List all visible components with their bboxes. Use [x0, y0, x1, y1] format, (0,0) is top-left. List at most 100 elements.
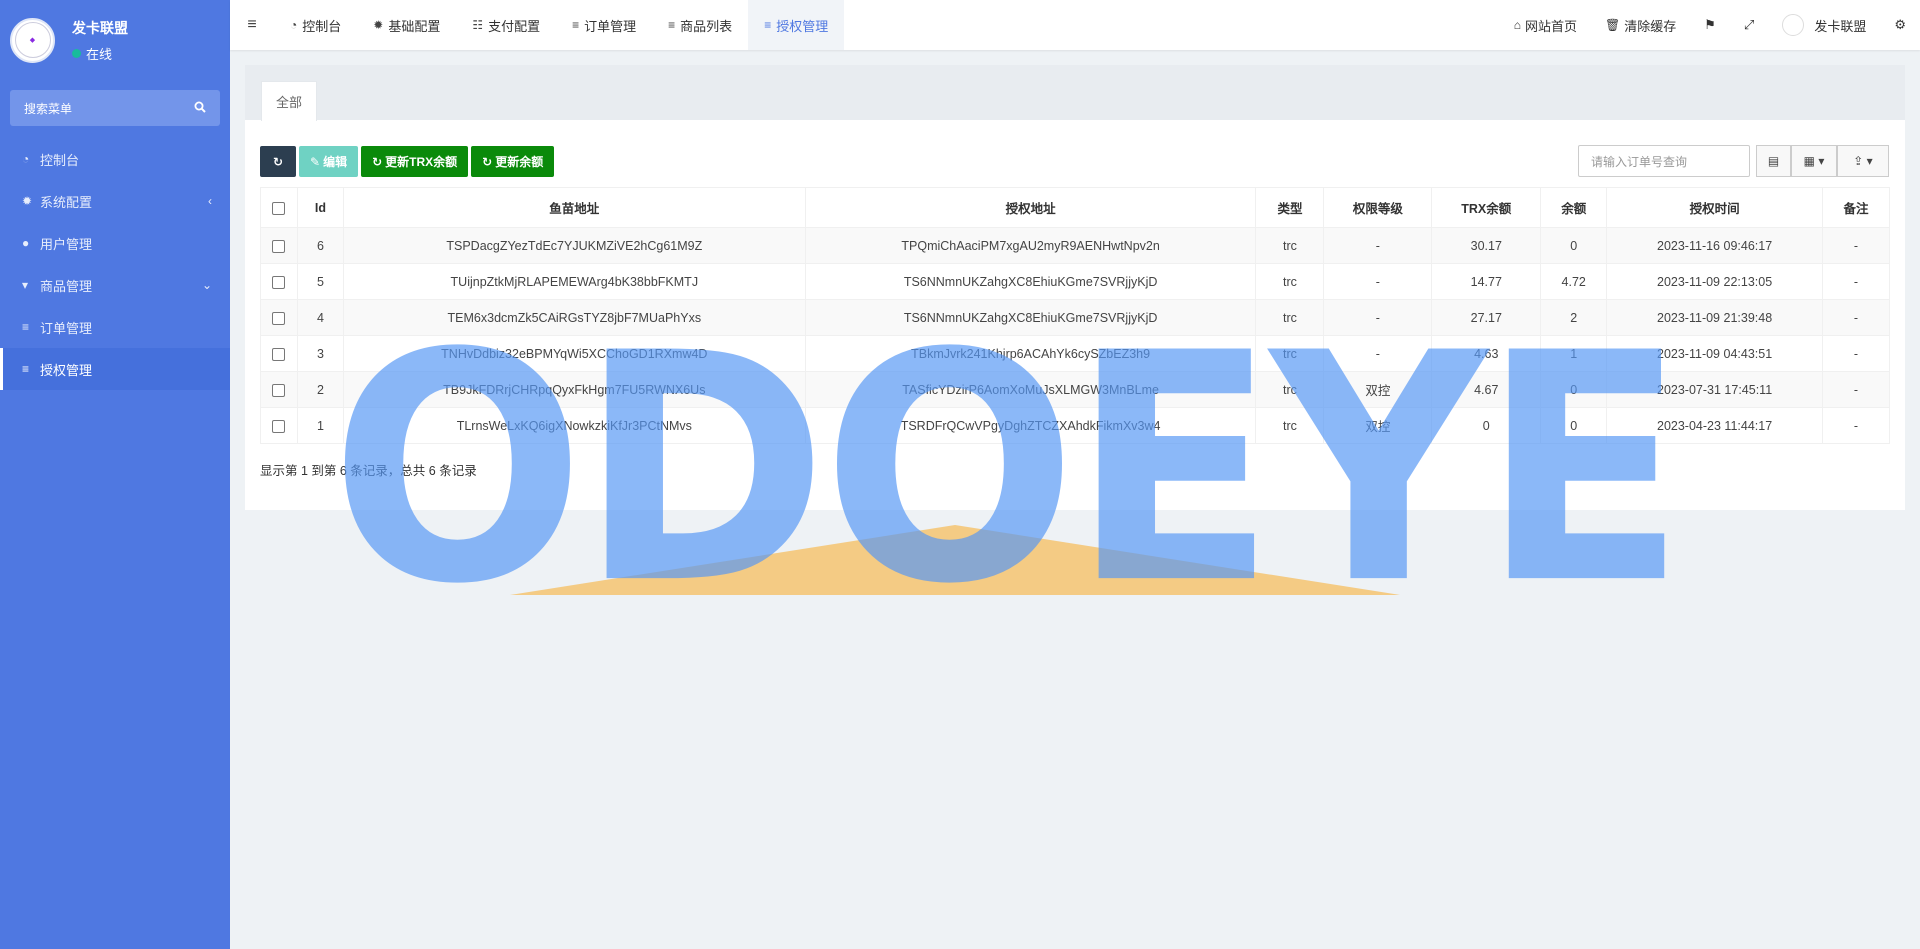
table-cell: TBkmJvrk241Khjrp6ACAhYk6cySZbEZ3h9: [804, 335, 1257, 372]
column-header[interactable]: 鱼苗地址: [342, 187, 806, 228]
export-button[interactable]: ⇪ ▾: [1837, 145, 1889, 177]
clear-cache-button[interactable]: 🗑 清除缓存: [1591, 16, 1690, 35]
clear-cache-label: 清除缓存: [1624, 18, 1677, 34]
row-checkbox-cell[interactable]: [260, 227, 298, 264]
row-checkbox-cell[interactable]: [260, 335, 298, 372]
table-cell: TUijnpZtkMjRLAPEMEWArg4bK38bbFKMTJ: [342, 263, 806, 300]
row-checkbox[interactable]: [272, 419, 286, 433]
table-cell: -: [1323, 227, 1433, 264]
table-cell: -: [1821, 335, 1891, 372]
authorization-table: Id 鱼苗地址 授权地址 类型 权限等级 TRX余额 余额 授权时间 备注 6T…: [260, 187, 1891, 444]
table-cell: trc: [1255, 371, 1325, 408]
logo-icon: ◆: [14, 22, 51, 58]
tab-label: 基础配置: [388, 18, 441, 34]
update-balance-button[interactable]: ↻ 更新余额: [471, 146, 555, 177]
search-icon[interactable]: [194, 101, 206, 116]
settings-gear-icon[interactable]: ⚙: [1880, 17, 1920, 33]
sidebar-item-products[interactable]: ▾ 商品管理 ⌄: [0, 264, 230, 306]
table-row[interactable]: 5 TUijnpZtkMjRLAPEMEWArg4bK38bbFKMTJ TS6NN…: [260, 263, 1891, 300]
table-cell: 2023-11-09 21:39:48: [1606, 299, 1823, 336]
table-cell: TS6NNmnUKZahgXC8EhiuKGme7SVRjjyKjD: [804, 299, 1257, 336]
menu-search-input[interactable]: 搜索菜单: [10, 90, 220, 126]
fullscreen-icon[interactable]: ⤢: [1730, 17, 1768, 33]
table-row[interactable]: 1 TLrnsWeLxKQ6igXNowkzkiKfJr3PCtNMvs TSRDF…: [260, 407, 1891, 444]
row-checkbox-cell[interactable]: [260, 371, 298, 408]
table-cell: 2023-11-16 09:46:17: [1606, 227, 1823, 264]
table-cell: trc: [1255, 299, 1325, 336]
table-header-row: Id 鱼苗地址 授权地址 类型 权限等级 TRX余额 余额 授权时间 备注: [260, 187, 1891, 228]
avatar[interactable]: ◆: [10, 17, 55, 63]
table-cell: -: [1821, 299, 1891, 336]
user-name: 发卡联盟: [72, 19, 128, 36]
row-checkbox[interactable]: [272, 311, 286, 325]
user-menu[interactable]: 发卡联盟: [1768, 14, 1880, 36]
row-checkbox-cell[interactable]: [260, 407, 298, 444]
table-cell: TASficYDzirP6AomXoMuJsXLMGW3MnBLme: [804, 371, 1257, 408]
tab-basic-config[interactable]: ✹ 基础配置: [357, 0, 456, 50]
column-header[interactable]: 授权时间: [1606, 187, 1823, 228]
sidebar-item-label: 订单管理: [40, 320, 93, 336]
refresh-icon: ↻: [272, 154, 284, 169]
table-row[interactable]: 6 TSPDacgZYezTdEc7YJUKMZiVE2hCg61M9Z TPQmi…: [260, 227, 1891, 264]
columns-button[interactable]: ▦ ▾: [1791, 145, 1837, 177]
table-cell: trc: [1255, 263, 1325, 300]
order-search-placeholder: 请输入订单号查询: [1591, 154, 1688, 169]
sidebar-item-users[interactable]: ● 用户管理: [0, 222, 230, 264]
table-cell: -: [1821, 371, 1891, 408]
column-header[interactable]: 余额: [1540, 187, 1608, 228]
pencil-icon: ✎: [310, 154, 321, 169]
column-header[interactable]: TRX余额: [1431, 187, 1542, 228]
table-row[interactable]: 2 TB9JkFDRrjCHRpqQyxFkHgm7FU5RWNX6Us TASfi…: [260, 371, 1891, 408]
column-header[interactable]: Id: [296, 187, 344, 228]
sidebar-item-label: 系统配置: [40, 194, 93, 210]
table-row[interactable]: 3 TNHvDdbiz32eBPMYqWi5XCChoGD1RXmw4D TBkmJ…: [260, 335, 1891, 372]
row-checkbox[interactable]: [272, 275, 286, 289]
row-checkbox[interactable]: [272, 347, 286, 361]
table-cell: 2023-07-31 17:45:11: [1606, 371, 1823, 408]
tab-label: 订单管理: [584, 18, 637, 34]
row-checkbox-cell[interactable]: [260, 299, 298, 336]
checkbox[interactable]: [272, 201, 286, 215]
table-cell: 双控: [1323, 407, 1433, 444]
refresh-button[interactable]: ↻: [260, 146, 296, 177]
table-row[interactable]: 4 TEM6x3dcmZk5CAiRGsTYZ8jbF7MUaPhYxs TS6NN…: [260, 299, 1891, 336]
row-checkbox[interactable]: [272, 383, 286, 397]
table-cell: 1: [296, 407, 344, 444]
row-checkbox[interactable]: [272, 239, 286, 253]
row-checkbox-cell[interactable]: [260, 263, 298, 300]
column-header[interactable]: 权限等级: [1323, 187, 1433, 228]
edit-label: 编辑: [323, 155, 348, 169]
export-icon: ⇪ ▾: [1853, 154, 1873, 168]
table-cell: 0: [1540, 227, 1608, 264]
table-cell: -: [1323, 263, 1433, 300]
sidebar-item-authorization[interactable]: ≡ 授权管理: [0, 348, 230, 390]
tab-authorization[interactable]: ≡ 授权管理: [748, 0, 845, 50]
edit-button[interactable]: ✎ 编辑: [299, 146, 359, 177]
panel-tabs: 全部: [245, 65, 1905, 121]
table-cell: -: [1821, 227, 1891, 264]
sidebar-item-orders[interactable]: ≡ 订单管理: [0, 306, 230, 348]
tab-dashboard[interactable]: ◔ 控制台: [274, 0, 357, 50]
tab-payment-config[interactable]: ☷ 支付配置: [456, 0, 556, 50]
order-search-input[interactable]: 请输入订单号查询: [1578, 145, 1750, 177]
toggle-view-button[interactable]: ▤: [1756, 145, 1791, 177]
table-cell: -: [1323, 335, 1433, 372]
language-icon[interactable]: ⚑: [1690, 17, 1730, 33]
tab-all[interactable]: 全部: [261, 81, 317, 121]
tab-product-list[interactable]: ≡ 商品列表: [652, 0, 748, 50]
column-header[interactable]: 授权地址: [804, 187, 1257, 228]
sidebar-item-dashboard[interactable]: ◔ 控制台: [0, 138, 230, 180]
tab-order-management[interactable]: ≡ 订单管理: [556, 0, 652, 50]
column-header[interactable]: 备注: [1821, 187, 1891, 228]
update-trx-button[interactable]: ↻ 更新TRX余额: [361, 146, 469, 177]
table-cell: 14.77: [1431, 263, 1542, 300]
table-cell: TB9JkFDRrjCHRpqQyxFkHgm7FU5RWNX6Us: [342, 371, 806, 408]
cart-icon: ▾: [22, 278, 29, 292]
select-all-checkbox[interactable]: [260, 187, 298, 228]
sidebar-item-system-config[interactable]: ✹ 系统配置 ‹: [0, 180, 230, 222]
menu-toggle-icon[interactable]: ≡: [230, 16, 274, 34]
home-link[interactable]: ⌂ 网站首页: [1500, 16, 1591, 35]
table-cell: TNHvDdbiz32eBPMYqWi5XCChoGD1RXmw4D: [342, 335, 806, 372]
table-cell: 2023-04-23 11:44:17: [1606, 407, 1823, 444]
column-header[interactable]: 类型: [1255, 187, 1325, 228]
